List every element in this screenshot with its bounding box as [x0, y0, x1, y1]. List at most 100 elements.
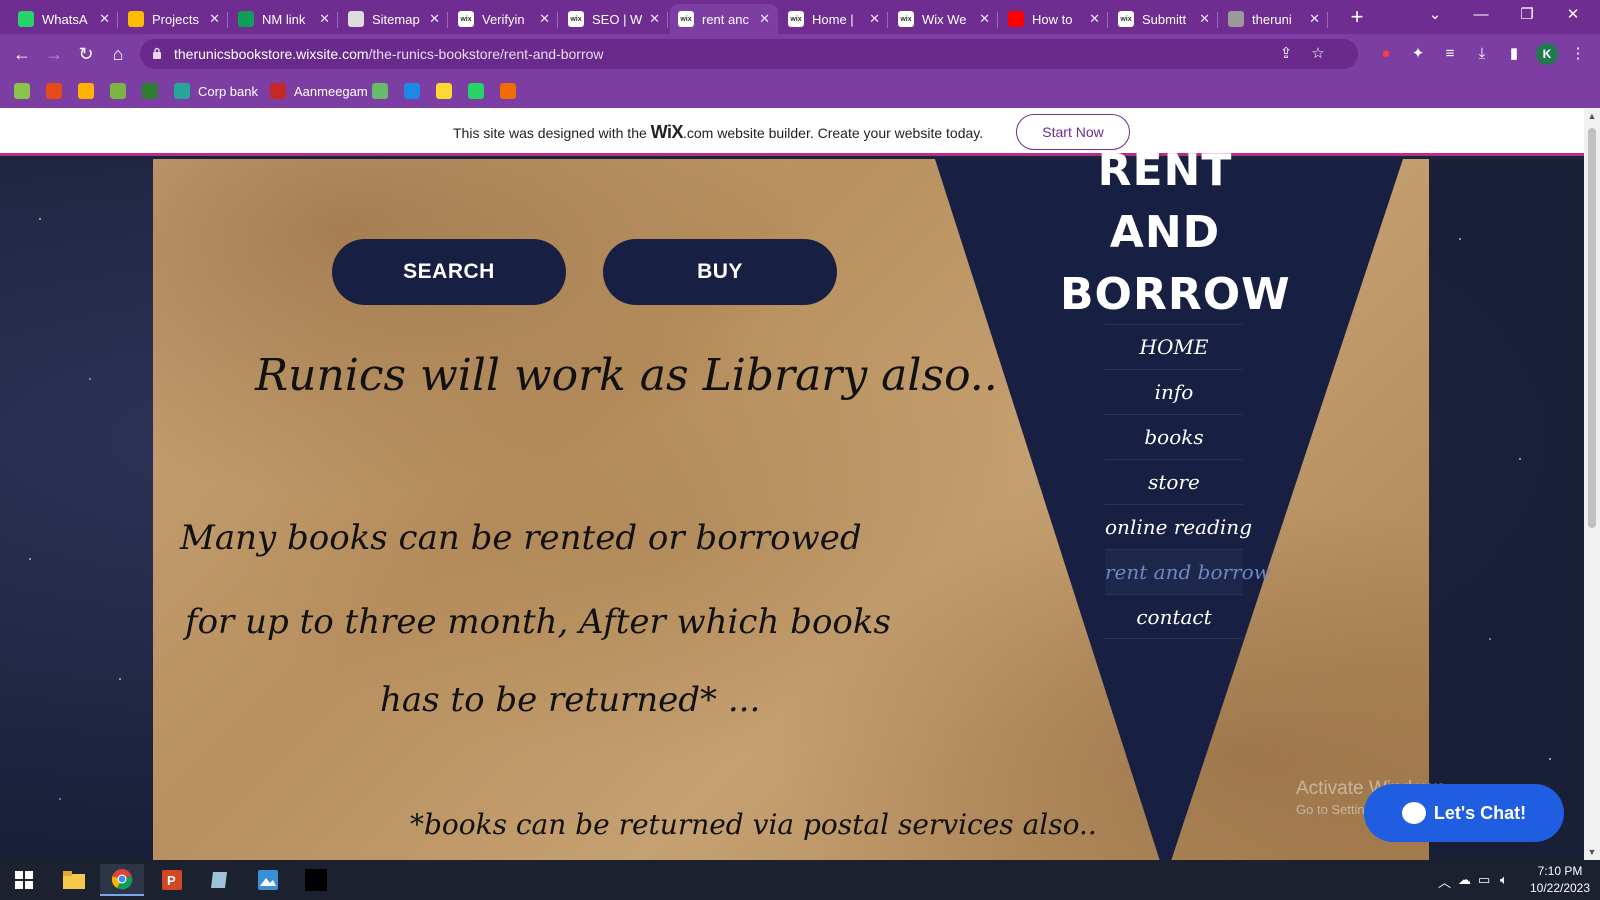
media-queue-icon[interactable]: ≡ — [1439, 43, 1461, 65]
menu-kebab-icon[interactable]: ⋮ — [1567, 43, 1589, 65]
bookmarks-bar: Corp bank Aanmeegam — [0, 74, 1600, 108]
bookmark-item[interactable] — [110, 81, 126, 101]
rent-text-line-2: for up to three month, After which books — [185, 602, 891, 642]
bookmark-item[interactable] — [436, 81, 452, 101]
volume-icon[interactable]: 🔈︎ — [1500, 872, 1508, 888]
wix-icon: wix — [788, 11, 804, 27]
powerpoint-icon[interactable]: P — [150, 864, 194, 896]
bookmark-item[interactable] — [500, 81, 516, 101]
home-icon[interactable]: ⌂ — [106, 42, 130, 66]
tab-close-icon[interactable]: ✕ — [979, 11, 990, 27]
address-bar[interactable]: therunicsbookstore.wixsite.com/the-runic… — [140, 39, 1358, 69]
site-nav: HOME info books store online reading rent and… — [1105, 324, 1271, 639]
profile-avatar[interactable]: K — [1536, 43, 1558, 65]
tab-close-icon[interactable]: ✕ — [1199, 11, 1210, 27]
reload-icon[interactable]: ↻ — [74, 42, 98, 66]
browser-tab[interactable]: wix Wix We ✕ — [890, 4, 998, 34]
nav-item-contact[interactable]: contact — [1105, 594, 1243, 639]
search-button[interactable]: SEARCH — [332, 239, 566, 305]
download-icon[interactable]: ⤓ — [1471, 43, 1493, 65]
tab-close-icon[interactable]: ✕ — [209, 11, 220, 27]
browser-tab[interactable]: NM link ✕ — [230, 4, 338, 34]
close-window-button[interactable]: ✕ — [1550, 0, 1596, 30]
share-icon[interactable]: ⇪ — [1276, 44, 1296, 64]
bookmark-item[interactable] — [142, 81, 158, 101]
tab-close-icon[interactable]: ✕ — [759, 11, 770, 27]
terminal-app-icon[interactable] — [294, 864, 338, 896]
back-icon[interactable]: ← — [10, 42, 34, 66]
minimize-button[interactable]: — — [1458, 0, 1504, 30]
title-line: BORROW — [1060, 269, 1291, 320]
bookmark-item[interactable] — [404, 81, 420, 101]
network-icon[interactable]: ▭ — [1478, 872, 1490, 888]
browser-tab[interactable]: wix Home | ✕ — [780, 4, 888, 34]
bookmark-item[interactable]: Aanmeegam — [270, 81, 368, 101]
buy-button[interactable]: BUY — [603, 239, 837, 305]
google-sheets-icon — [238, 11, 254, 27]
lets-chat-button[interactable]: Let's Chat! — [1364, 784, 1564, 842]
tab-close-icon[interactable]: ✕ — [649, 11, 660, 27]
tab-close-icon[interactable]: ✕ — [99, 11, 110, 27]
browser-tab[interactable]: wix Submitt ✕ — [1110, 4, 1218, 34]
tab-close-icon[interactable]: ✕ — [429, 11, 440, 27]
postal-note: *books can be returned via postal servic… — [410, 808, 1097, 841]
extensions-puzzle-icon[interactable]: ✦ — [1407, 43, 1429, 65]
tab-close-icon[interactable]: ✕ — [1089, 11, 1100, 27]
bookmark-favicon-icon — [372, 83, 388, 99]
tab-close-icon[interactable]: ✕ — [869, 11, 880, 27]
chrome-taskbar-icon[interactable] — [100, 864, 144, 896]
tab-title: theruni — [1252, 11, 1292, 27]
photos-app-icon[interactable] — [246, 864, 290, 896]
nav-item-info[interactable]: info — [1105, 369, 1243, 414]
tab-title: Sitemap — [372, 11, 420, 27]
tab-title: Wix We — [922, 11, 967, 27]
chat-bubble-icon — [1401, 802, 1426, 824]
bookmark-item[interactable] — [78, 81, 94, 101]
page-scrollbar[interactable]: ▲ ▼ — [1584, 108, 1600, 860]
nav-item-store[interactable]: store — [1105, 459, 1243, 504]
tab-close-icon[interactable]: ✕ — [539, 11, 550, 27]
browser-tab[interactable]: wix rent anc ✕ — [670, 4, 778, 34]
bookmark-favicon-icon — [174, 83, 190, 99]
bookmark-item[interactable] — [468, 81, 484, 101]
chat-label: Let's Chat! — [1433, 802, 1527, 823]
nav-item-home[interactable]: HOME — [1105, 324, 1243, 369]
show-hidden-icons-icon[interactable]: ︿ — [1438, 872, 1451, 891]
file-explorer-icon[interactable] — [52, 864, 96, 896]
nav-item-rent-and-borrow[interactable]: rent and borrow — [1105, 549, 1271, 594]
nav-item-books[interactable]: books — [1105, 414, 1243, 459]
browser-tab[interactable]: Projects ✕ — [120, 4, 228, 34]
bookmark-item[interactable] — [372, 81, 388, 101]
scroll-up-icon[interactable]: ▲ — [1584, 108, 1600, 124]
url-text: therunicsbookstore.wixsite.com/the-runic… — [174, 46, 604, 62]
wix-logo: WiX — [650, 122, 684, 142]
browser-tab[interactable]: theruni ✕ — [1220, 4, 1328, 34]
svg-text:P: P — [167, 873, 176, 888]
restore-button[interactable]: ❐ — [1504, 0, 1550, 30]
notes-app-icon[interactable] — [198, 864, 242, 896]
side-panel-icon[interactable]: ▮ — [1503, 43, 1525, 65]
bookmark-item[interactable] — [46, 81, 62, 101]
tab-search-icon[interactable]: ⌄ — [1412, 0, 1458, 30]
onedrive-icon[interactable]: ☁ — [1458, 872, 1471, 888]
scroll-down-icon[interactable]: ▼ — [1584, 844, 1600, 860]
nav-item-online-reading[interactable]: online reading — [1105, 504, 1252, 549]
forward-icon[interactable]: → — [42, 42, 66, 66]
bookmark-favicon-icon — [46, 83, 62, 99]
browser-tab[interactable]: wix Verifyin ✕ — [450, 4, 558, 34]
bookmark-item[interactable]: Corp bank — [174, 81, 258, 101]
tab-close-icon[interactable]: ✕ — [1309, 11, 1320, 27]
browser-tab[interactable]: WhatsA ✕ — [10, 4, 118, 34]
new-tab-button[interactable]: + — [1343, 4, 1371, 32]
browser-tab[interactable]: wix SEO | W ✕ — [560, 4, 668, 34]
browser-tab[interactable]: How to ✕ — [1000, 4, 1108, 34]
bookmark-star-icon[interactable]: ☆ — [1308, 44, 1328, 64]
tab-close-icon[interactable]: ✕ — [319, 11, 330, 27]
system-clock[interactable]: 7:10 PM 10/22/2023 — [1526, 863, 1594, 897]
tab-title: SEO | W — [592, 11, 643, 27]
extension-red-icon[interactable]: ● — [1375, 43, 1397, 65]
bookmark-item[interactable] — [14, 81, 30, 101]
scrollbar-thumb[interactable] — [1588, 128, 1596, 528]
windows-start-icon[interactable] — [2, 864, 46, 896]
browser-tab[interactable]: Sitemap ✕ — [340, 4, 448, 34]
